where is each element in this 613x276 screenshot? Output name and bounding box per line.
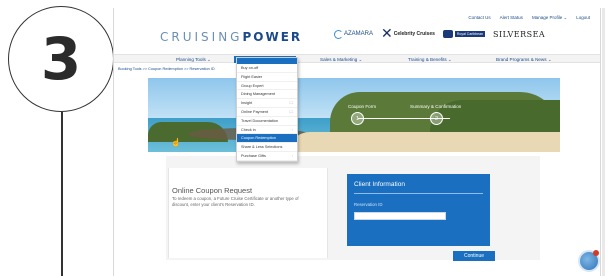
client-info-divider	[354, 193, 483, 194]
external-link-icon: ☐	[289, 108, 293, 114]
continue-button[interactable]: Continue	[453, 251, 495, 261]
menu-item-share-selections[interactable]: Share & Less Selections	[237, 143, 297, 152]
menu-item-online-payment[interactable]: Online Payment ☐	[237, 108, 297, 117]
azamara-logo[interactable]: AZAMARA	[334, 29, 374, 39]
celebrity-text: Celebrity Cruises	[393, 31, 435, 37]
browser-page: Contact Us Alert Status Manage Profile ⌄…	[113, 8, 601, 276]
menu-item-buy-on-off[interactable]: Buy on-off	[237, 64, 297, 73]
nav-training-benefits[interactable]: Training & Benefits ⌄	[404, 56, 456, 63]
menu-item-insight[interactable]: Insight ☐	[237, 99, 297, 108]
step-connector-line	[61, 112, 63, 276]
hero-banner: Coupon Form 1 Summary & Confirmation 2	[148, 78, 560, 152]
step1-label: Coupon Form	[348, 104, 377, 109]
scrollbar[interactable]	[602, 8, 605, 276]
azamara-mark-icon	[334, 29, 343, 39]
contact-us-link[interactable]: Contact Us	[468, 15, 490, 21]
menu-item-dining-management[interactable]: Dining Management	[237, 90, 297, 100]
coupon-description: To redeem a coupon, a Future Cruise Cert…	[172, 196, 299, 207]
breadcrumb[interactable]: Booking Tools >> Coupon Redemption >> Re…	[118, 67, 215, 71]
logo-text-cruising: CRUISING	[160, 30, 243, 44]
cruisingpower-logo[interactable]: CRUISINGPOWER	[160, 30, 302, 44]
crown-anchor-icon	[442, 30, 453, 38]
help-chat-icon[interactable]	[578, 250, 600, 272]
azamara-text: AZAMARA	[344, 31, 374, 37]
nav-planning-tools[interactable]: Planning Tools ⌄	[172, 56, 215, 63]
silversea-text: SILVERSEA	[492, 29, 546, 39]
royal-caribbean-logo[interactable]: Royal Caribbean	[442, 30, 485, 38]
menu-item-purchase-gifts[interactable]: Purchase Gifts ›	[237, 152, 297, 161]
step2-circle: 2	[430, 112, 443, 125]
chevron-right-icon: ›	[291, 126, 293, 132]
step-marker: 3	[8, 6, 114, 112]
client-info-title: Client Information	[354, 181, 405, 188]
step2-label: Summary & Confirmation	[410, 104, 462, 109]
nav-brand-programs[interactable]: Brand Programs & News ⌄	[492, 56, 556, 63]
hand-cursor-icon: ☝	[171, 138, 181, 147]
royal-caribbean-text: Royal Caribbean	[454, 31, 485, 37]
coupon-info-card	[168, 168, 328, 258]
reservation-id-input[interactable]	[354, 212, 446, 220]
menu-item-group-expert[interactable]: Group Expert	[237, 82, 297, 91]
menu-item-coupon-redemption[interactable]: Coupon Redemption	[237, 134, 297, 144]
main-nav: Planning Tools ⌄ Booking Tools ⌄ Sales &…	[114, 54, 600, 63]
hero-beach	[288, 132, 560, 152]
reservation-id-label: Reservation ID	[354, 202, 383, 207]
brand-logos: AZAMARA ✕ Celebrity Cruises Royal Caribb…	[334, 26, 545, 42]
client-info-box: Client Information Reservation ID	[347, 174, 490, 246]
manage-profile-link[interactable]: Manage Profile ⌄	[532, 15, 567, 21]
coupon-title: Online Coupon Request	[172, 186, 253, 195]
step-number: 3	[40, 25, 82, 93]
menu-item-flight-easier[interactable]: Flight Easier	[237, 73, 297, 82]
logout-link[interactable]: Logout	[576, 15, 590, 21]
celebrity-logo[interactable]: ✕ Celebrity Cruises	[381, 26, 435, 42]
top-links: Contact Us Alert Status Manage Profile ⌄…	[468, 15, 590, 21]
step1-circle: 1	[351, 112, 364, 125]
nav-sales-marketing[interactable]: Sales & Marketing ⌄	[316, 56, 366, 63]
logo-text-power: POWER	[242, 30, 303, 44]
alert-status-link[interactable]: Alert Status	[500, 15, 523, 21]
menu-item-check-in[interactable]: Check in ›	[237, 126, 297, 135]
menu-item-travel-documentation[interactable]: Travel Documentation	[237, 117, 297, 126]
booking-tools-dropdown: Buy on-off Flight Easier Group Expert Di…	[236, 57, 298, 162]
chevron-right-icon: ›	[291, 152, 293, 158]
silversea-logo[interactable]: SILVERSEA	[493, 30, 545, 39]
external-link-icon: ☐	[289, 100, 293, 106]
celebrity-x-icon: ✕	[381, 26, 393, 42]
